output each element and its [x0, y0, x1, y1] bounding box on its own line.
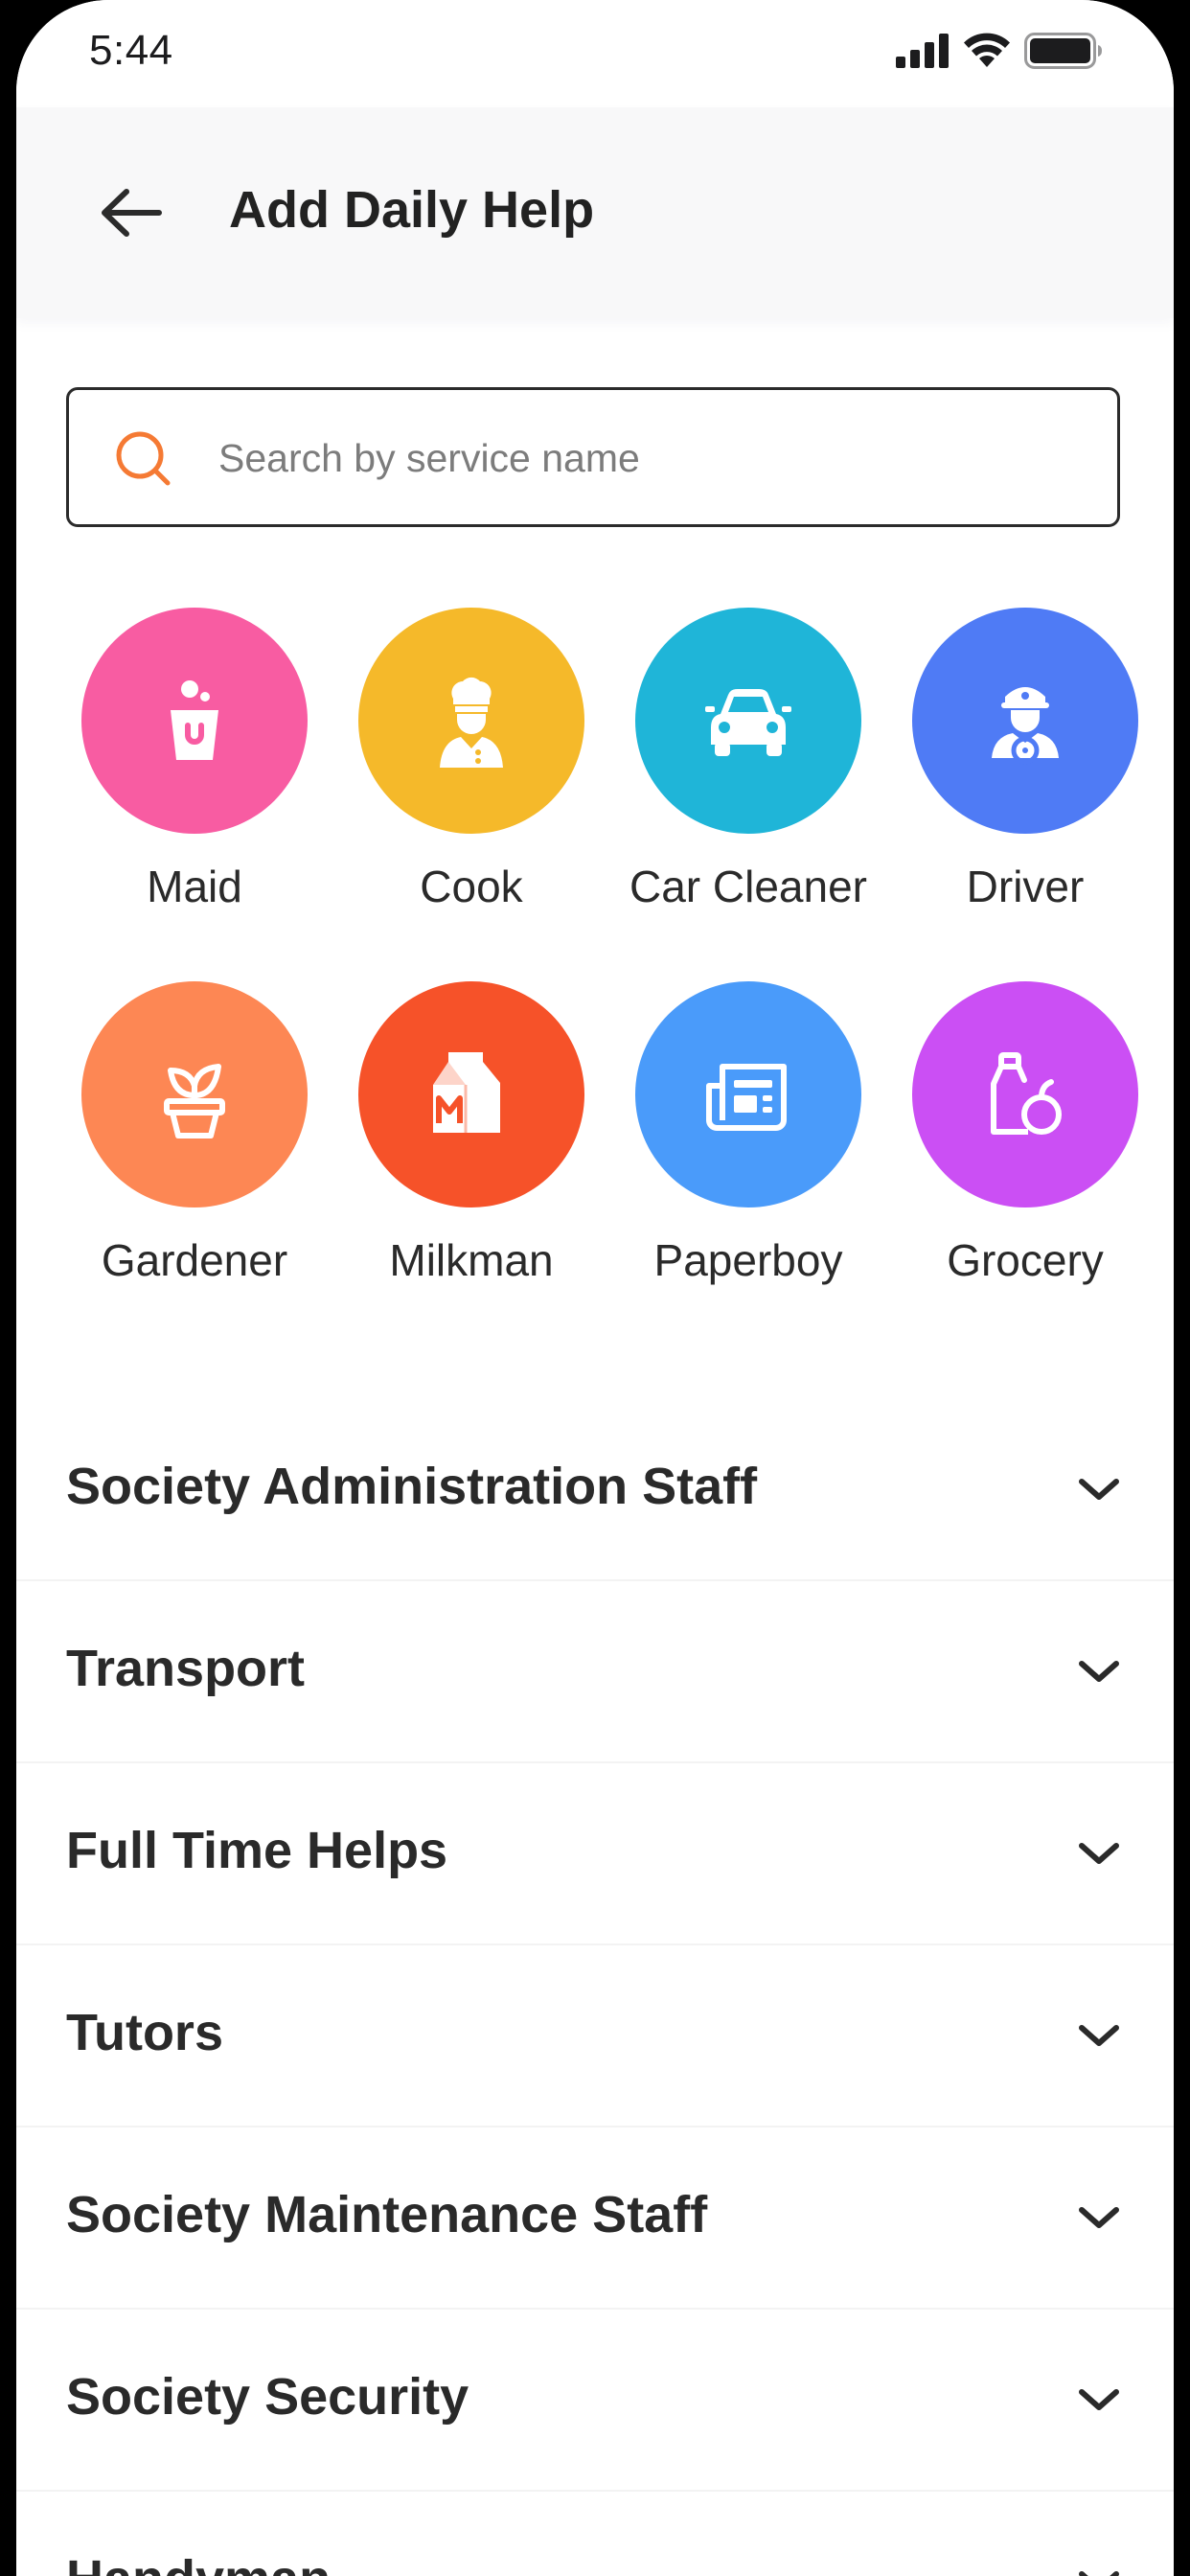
category-list: Society Administration Staff Transport F… — [16, 1399, 1174, 2576]
chevron-down-icon — [1079, 1479, 1119, 1500]
service-car-cleaner[interactable]: Car Cleaner — [609, 608, 887, 912]
chevron-down-icon — [1079, 2571, 1119, 2576]
service-driver[interactable]: Driver — [886, 608, 1164, 912]
battery-icon — [1024, 33, 1102, 69]
category-label: Society Security — [66, 2368, 469, 2426]
service-milkman[interactable]: Milkman — [332, 981, 610, 1286]
grocery-circle — [912, 981, 1138, 1208]
arrow-left-icon — [102, 189, 162, 237]
service-label: Maid — [147, 862, 242, 911]
service-label: Paperboy — [653, 1235, 843, 1285]
category-label: Society Maintenance Staff — [66, 2186, 708, 2243]
category-label: Handyman — [66, 2549, 331, 2576]
category-label: Society Administration Staff — [66, 1458, 758, 1515]
service-gardener[interactable]: Gardener — [56, 981, 333, 1286]
service-cook[interactable]: Cook — [332, 608, 610, 912]
milkman-circle — [358, 981, 584, 1208]
chevron-down-icon — [1079, 1661, 1119, 1682]
category-row[interactable]: Society Maintenance Staff — [16, 2128, 1174, 2310]
maid-circle — [81, 608, 308, 834]
service-label: Driver — [966, 862, 1085, 911]
search-icon — [116, 431, 171, 486]
newspaper-icon — [706, 1064, 787, 1131]
category-row[interactable]: Handyman — [16, 2492, 1174, 2576]
chef-icon — [440, 677, 503, 768]
service-grocery[interactable]: Grocery — [886, 981, 1164, 1286]
category-label: Transport — [66, 1640, 306, 1697]
wifi-icon — [964, 33, 1010, 67]
car-icon — [705, 689, 791, 756]
category-row[interactable]: Society Administration Staff — [16, 1399, 1174, 1581]
back-button[interactable] — [93, 174, 170, 251]
signal-icon — [896, 34, 949, 68]
phone-screen: 5:44 Add Daily Help Search by service na… — [16, 0, 1174, 2576]
service-label: Car Cleaner — [629, 862, 867, 911]
plant-pot-icon — [164, 1064, 225, 1138]
grocery-icon — [991, 1052, 1062, 1135]
paperboy-circle — [635, 981, 861, 1208]
driver-circle — [912, 608, 1138, 834]
page-title: Add Daily Help — [229, 181, 595, 239]
category-label: Full Time Helps — [66, 1822, 448, 1879]
driver-icon — [992, 687, 1059, 765]
service-label: Grocery — [947, 1235, 1104, 1285]
service-label: Gardener — [101, 1235, 288, 1285]
category-row[interactable]: Society Security — [16, 2310, 1174, 2492]
milk-carton-icon — [433, 1052, 500, 1133]
service-label: Cook — [420, 862, 523, 911]
header-bar: Add Daily Help — [16, 107, 1174, 318]
service-maid[interactable]: Maid — [56, 608, 333, 912]
category-row[interactable]: Tutors — [16, 1945, 1174, 2128]
chevron-down-icon — [1079, 2389, 1119, 2410]
gardener-circle — [81, 981, 308, 1208]
search-box[interactable] — [66, 387, 1120, 527]
status-bar: 5:44 — [16, 0, 1174, 107]
status-icons — [896, 33, 1103, 69]
maid-icon — [171, 680, 218, 760]
cook-circle — [358, 608, 584, 834]
category-row[interactable]: Full Time Helps — [16, 1763, 1174, 1945]
car-cleaner-circle — [635, 608, 861, 834]
chevron-down-icon — [1079, 2207, 1119, 2228]
category-label: Tutors — [66, 2004, 223, 2061]
chevron-down-icon — [1079, 2025, 1119, 2046]
service-paperboy[interactable]: Paperboy — [609, 981, 887, 1286]
status-time: 5:44 — [89, 27, 173, 74]
search-input[interactable] — [217, 390, 1083, 526]
chevron-down-icon — [1079, 1843, 1119, 1864]
category-row[interactable]: Transport — [16, 1581, 1174, 1763]
service-label: Milkman — [389, 1235, 554, 1285]
